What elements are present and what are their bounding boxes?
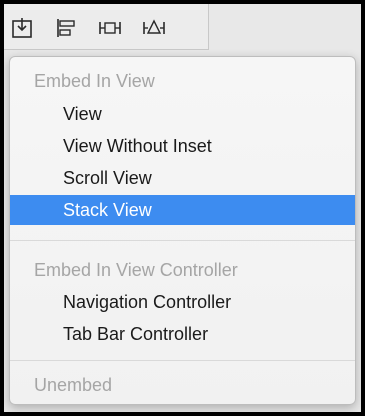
menu-item-scroll-view[interactable]: Scroll View bbox=[10, 163, 355, 193]
menu-item-unembed[interactable]: Unembed bbox=[10, 370, 355, 400]
menu-item-navigation-controller[interactable]: Navigation Controller bbox=[10, 287, 355, 317]
menu-separator bbox=[10, 360, 355, 361]
embed-in-menu: Embed In View View View Without Inset Sc… bbox=[9, 56, 356, 405]
canvas-toolbar bbox=[4, 4, 209, 50]
menu-item-stack-view[interactable]: Stack View bbox=[10, 195, 355, 225]
menu-separator bbox=[10, 240, 355, 241]
embed-in-view-header: Embed In View bbox=[34, 71, 155, 91]
menu-item-tab-bar-controller[interactable]: Tab Bar Controller bbox=[10, 319, 355, 349]
embed-in-view-controller-header: Embed In View Controller bbox=[34, 260, 238, 280]
app-frame: Embed In View View View Without Inset Sc… bbox=[4, 4, 361, 412]
resolve-issues-icon[interactable] bbox=[140, 16, 168, 40]
menu-item-view[interactable]: View bbox=[10, 99, 355, 129]
menu-item-view-without-inset[interactable]: View Without Inset bbox=[10, 131, 355, 161]
pin-icon[interactable] bbox=[96, 16, 124, 40]
align-icon[interactable] bbox=[52, 16, 80, 40]
embed-in-icon[interactable] bbox=[8, 16, 36, 40]
